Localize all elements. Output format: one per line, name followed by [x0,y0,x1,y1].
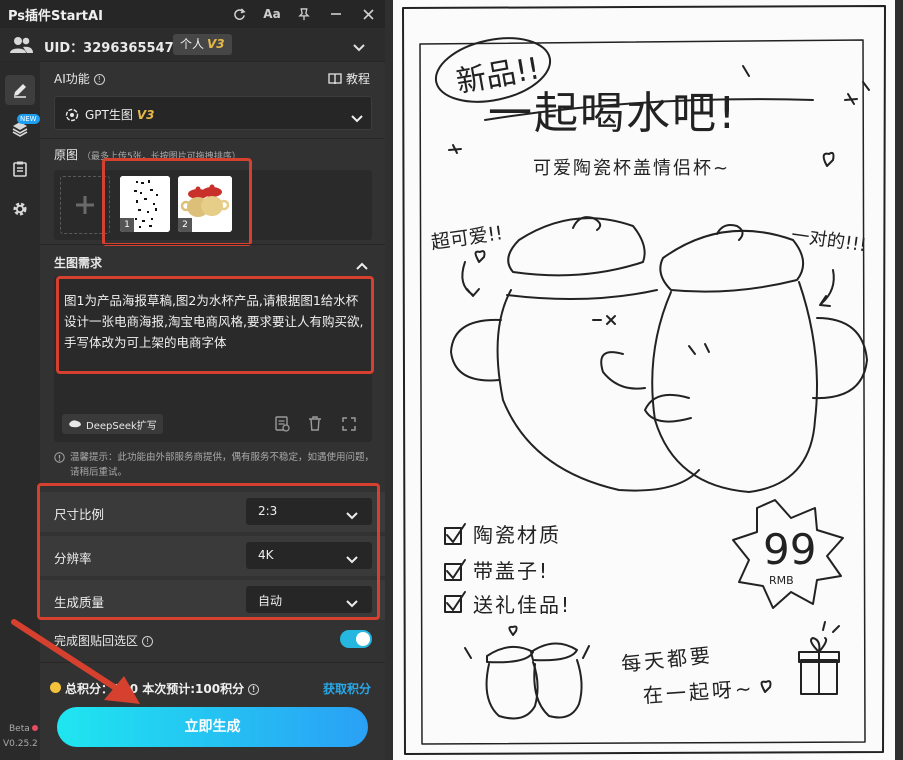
poster-subline: 可爱陶瓷杯盖情侣杯~ [533,158,730,179]
poster-sketch: 新品!! 一起喝水吧! 可爱陶瓷杯盖情侣杯~ 超可爱!! 一对的!!! 陶瓷材质… [402,5,886,755]
poster-tagline-2: 在一起呀~ [642,676,755,708]
gpt-icon [65,107,79,126]
nav-edit[interactable] [5,75,35,105]
clipboard-icon [13,161,27,177]
pencil-icon [14,84,26,98]
get-points-link[interactable]: 获取积分 [323,680,371,697]
trash-icon[interactable] [308,416,322,435]
prompt-history-icon[interactable] [274,416,290,436]
chevron-up-icon[interactable] [356,256,368,275]
info-icon [54,452,65,468]
poster-note-left: 超可爱!! [430,222,505,254]
font-size-button[interactable]: Aa [262,4,282,24]
poster-feature-1: 陶瓷材质 [473,523,561,547]
poster-price: 99 [763,525,816,574]
plus-icon [76,196,94,214]
annotation-arrow [11,619,140,704]
notice-text: 温馨提示：此功能由外部服务商提供，偶有服务不稳定，如遇使用问题，请稍后重试。 [54,450,374,480]
tutorial-link[interactable]: 教程 [328,70,370,87]
app-title: Ps插件StartAI [8,9,103,24]
plan-badge: 个人 V3 [173,34,232,55]
beta-dot [32,725,38,731]
poster-headline: 一起喝水吧! [488,88,738,139]
poster-price-unit: RMB [769,574,794,587]
gear-icon [13,202,27,216]
info-icon: ! [93,74,105,85]
new-badge: NEW [17,114,40,124]
poster-artboard[interactable]: 新品!! 一起喝水吧! 可爱陶瓷杯盖情侣杯~ 超可爱!! 一对的!!! 陶瓷材质… [393,0,895,760]
refresh-icon[interactable] [229,4,249,24]
chevron-down-icon[interactable] [352,38,366,57]
model-select[interactable]: GPT生图 V3 [54,96,372,130]
deepseek-expand-button[interactable]: DeepSeek扩写 [62,414,163,434]
poster-note-right: 一对的!!! [790,225,868,256]
users-icon [10,36,34,58]
close-icon[interactable] [358,4,378,24]
generate-button[interactable]: 立即生成 [57,707,368,747]
user-uid: UID：3296365547 [44,41,174,56]
chevron-down-icon [351,109,363,128]
version-label: V0.25.2 [3,739,38,749]
expand-icon[interactable] [342,416,356,435]
requirement-label: 生图需求 [54,256,103,270]
title-bar: Ps插件StartAI Aa [0,0,385,28]
poster-tagline-1: 每天都要 [620,643,714,676]
book-icon [328,72,342,84]
nav-clipboard[interactable] [5,154,35,184]
pin-icon[interactable] [294,4,314,24]
document-canvas: 新品!! 一起喝水吧! 可爱陶瓷杯盖情侣杯~ 超可爱!! 一对的!!! 陶瓷材质… [385,0,903,760]
nav-settings[interactable] [5,194,35,224]
poster-feature-2: 带盖子! [473,559,549,583]
poster-feature-3: 送礼佳品! [473,593,571,617]
ai-function-label: AI功能! [54,70,105,87]
plugin-panel: Ps插件StartAI Aa UID：3296365547 个人 V3 NEW … [0,0,385,760]
beta-label: Beta [9,724,30,734]
info-icon: ! [248,684,260,695]
model-name: GPT生图 V3 [85,108,155,122]
whale-icon [69,420,81,428]
annotation-box-images [102,158,252,246]
annotation-box-requirement [56,276,374,374]
user-bar[interactable]: UID：3296365547 个人 V3 [0,28,385,62]
paste-back-toggle[interactable] [340,630,372,648]
minimize-icon[interactable] [326,4,346,24]
